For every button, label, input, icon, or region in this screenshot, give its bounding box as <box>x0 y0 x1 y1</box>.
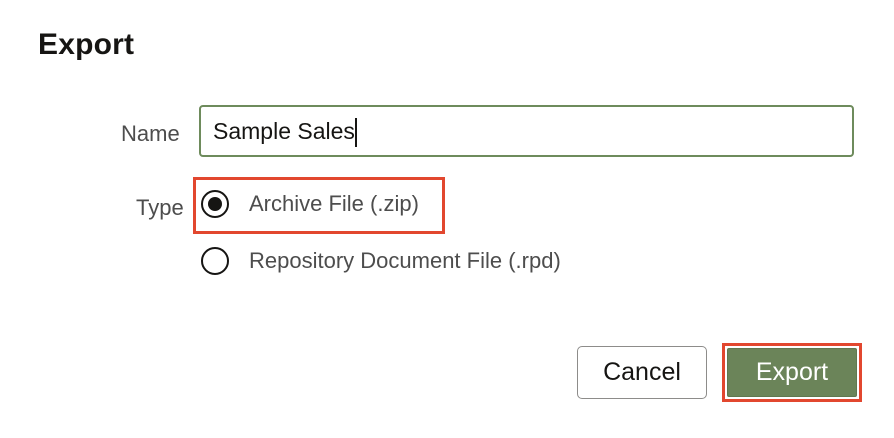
name-input[interactable] <box>199 105 854 157</box>
radio-option-archive-file[interactable]: Archive File (.zip) <box>201 190 419 218</box>
export-button[interactable]: Export <box>727 348 857 397</box>
name-label: Name <box>121 121 180 146</box>
radio-option-repository-document-file[interactable]: Repository Document File (.rpd) <box>201 247 561 275</box>
text-caret <box>355 118 357 147</box>
dialog-title: Export <box>38 28 135 61</box>
radio-unselected-icon[interactable] <box>201 247 229 275</box>
radio-label-archive-file: Archive File (.zip) <box>249 191 419 216</box>
radio-selected-icon[interactable] <box>201 190 229 218</box>
export-dialog: Export Name Type Archive File (.zip) Rep… <box>0 0 894 438</box>
radio-label-repository-document-file: Repository Document File (.rpd) <box>249 248 561 273</box>
cancel-button[interactable]: Cancel <box>577 346 707 399</box>
type-label: Type <box>136 195 184 220</box>
